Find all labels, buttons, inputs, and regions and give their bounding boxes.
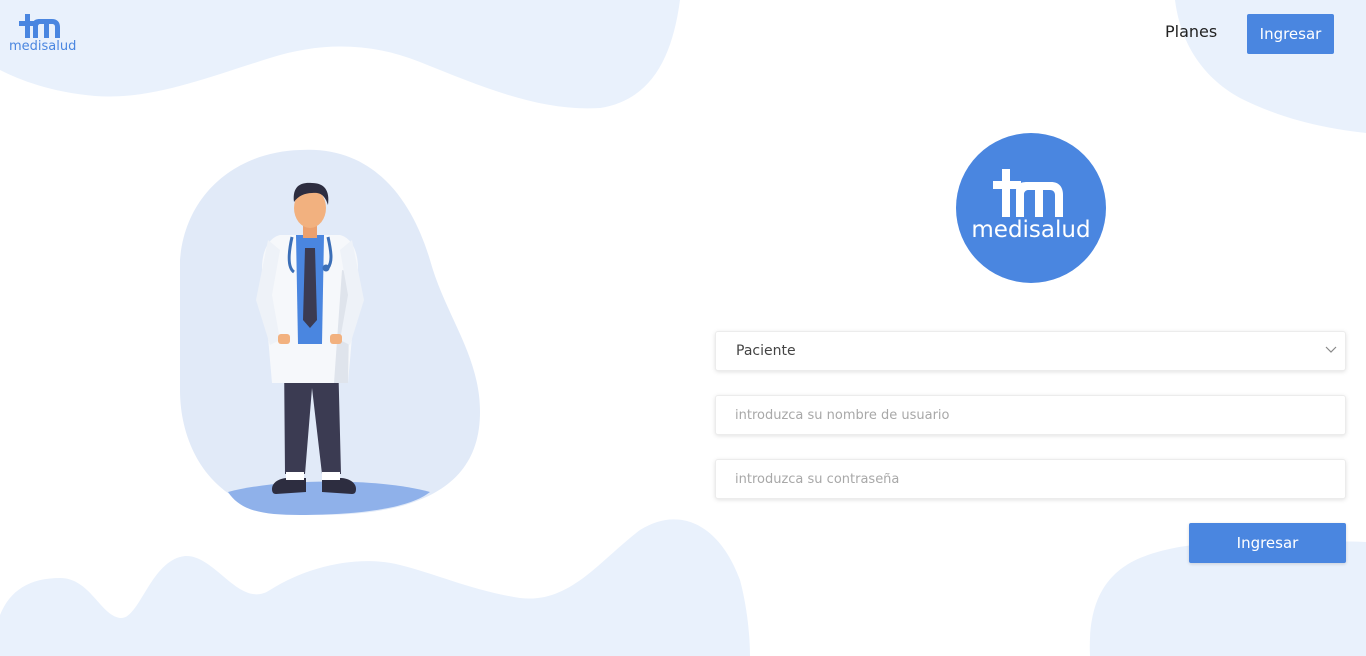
password-input[interactable] [715,459,1346,499]
brand-logo-circle: medisalud [956,133,1106,283]
brand-name-large: medisalud [971,217,1091,243]
chevron-down-icon [1325,346,1337,353]
medisalud-mark-icon [19,14,60,38]
role-select-value: Paciente [736,343,796,359]
medisalud-mark-icon [993,169,1063,217]
nav-link-planes[interactable]: Planes [1165,22,1217,41]
username-input[interactable] [715,395,1346,435]
brand-logo[interactable]: medisalud [8,12,78,56]
doctor-illustration [180,149,480,515]
login-submit-button[interactable]: Ingresar [1189,523,1346,563]
brand-name: medisalud [9,39,77,54]
role-select[interactable]: Paciente [715,331,1346,371]
header-login-button[interactable]: Ingresar [1247,14,1334,54]
